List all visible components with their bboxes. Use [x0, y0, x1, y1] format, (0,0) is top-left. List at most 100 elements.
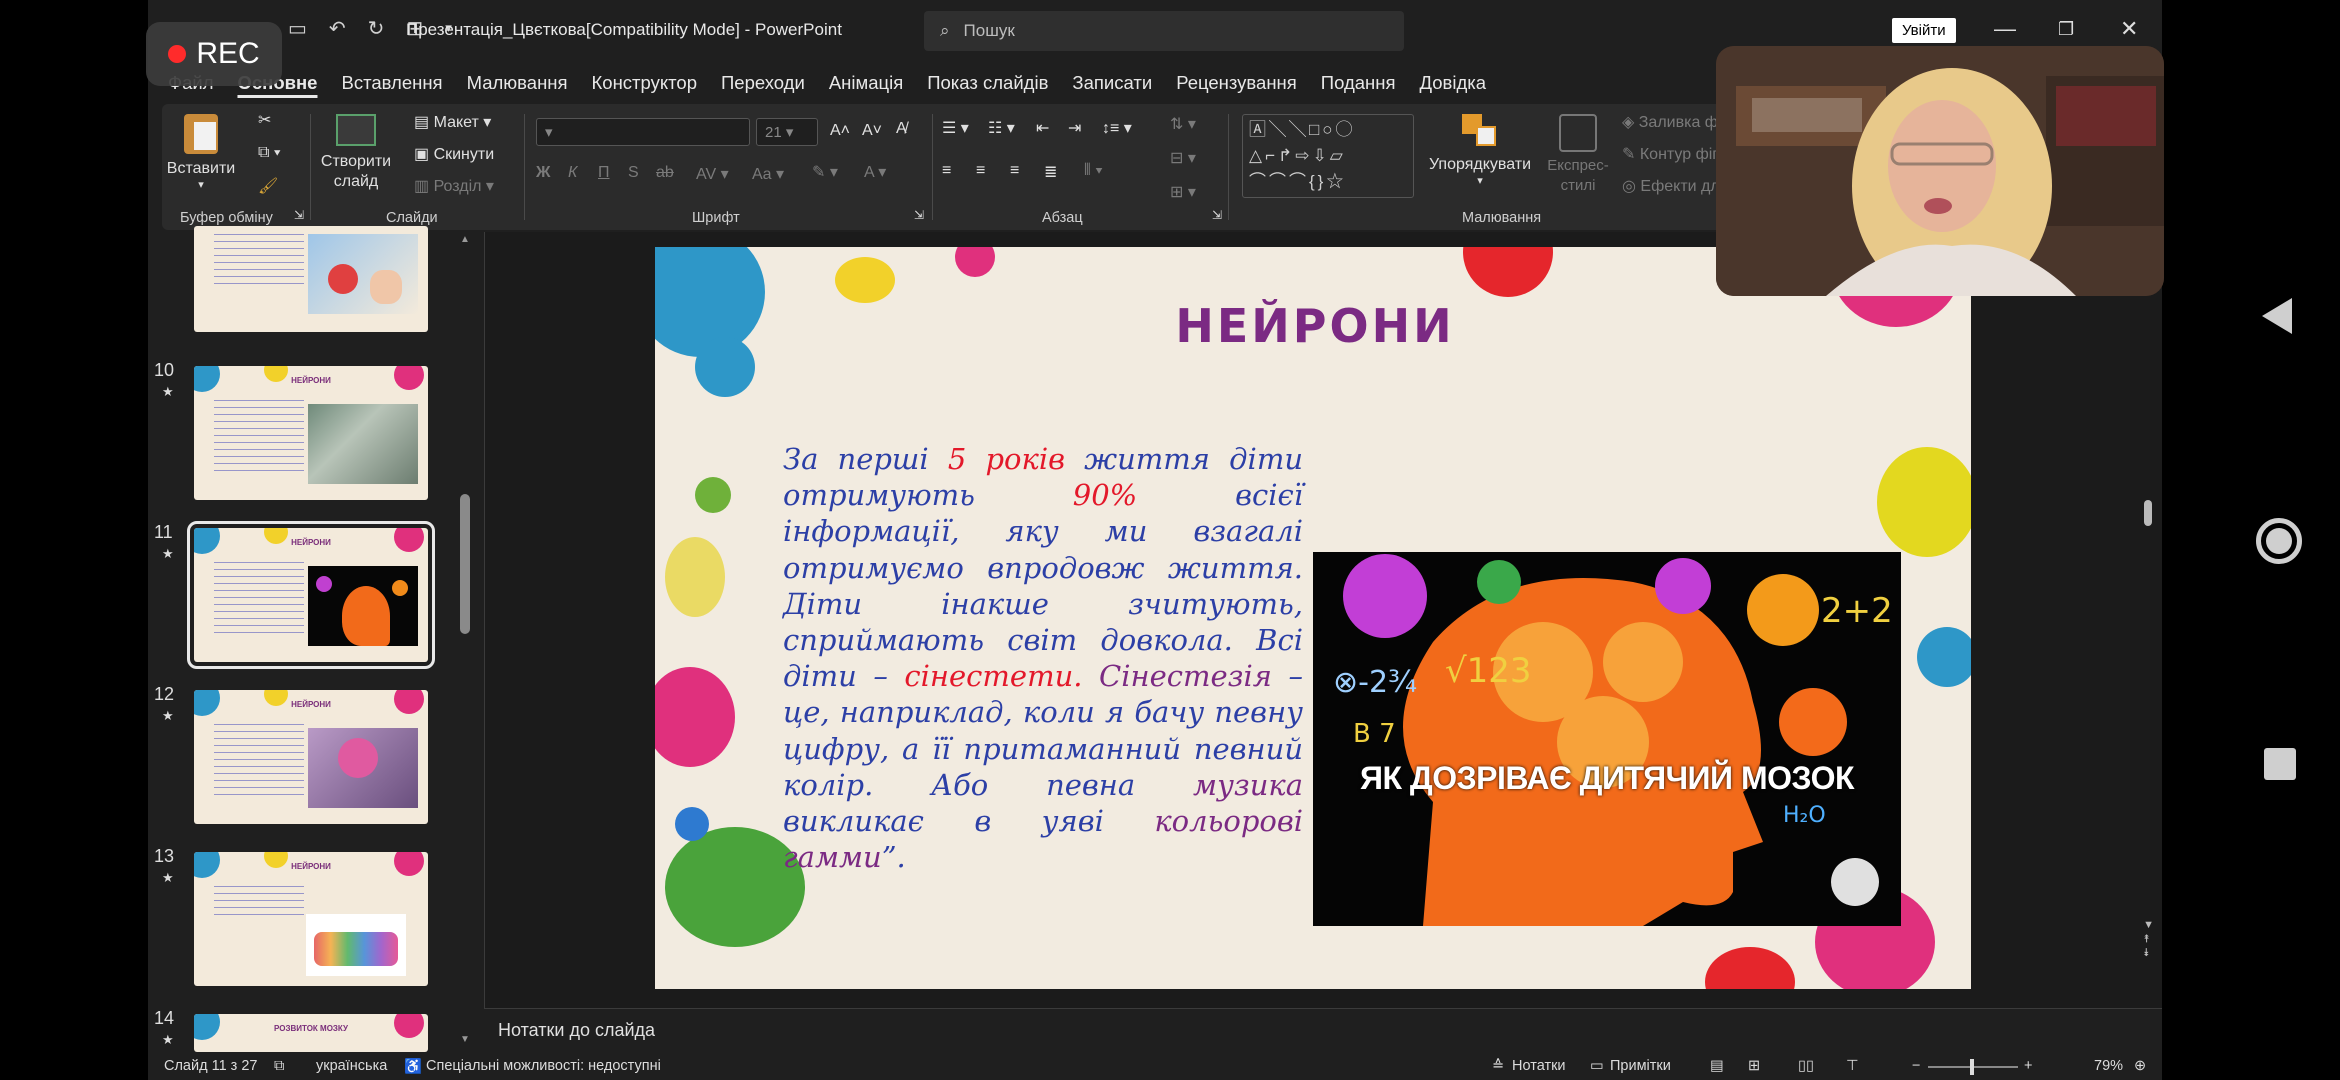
zoom-in-icon[interactable]: +	[2024, 1058, 2032, 1074]
align-left-icon[interactable]: ≡	[942, 162, 951, 180]
font-color-icon[interactable]: A ▾	[864, 162, 886, 182]
thumbnail-scrollbar[interactable]: ▲ ▼	[460, 232, 470, 1045]
format-painter-icon[interactable]: 🖌	[258, 176, 278, 196]
quick-styles-button[interactable]: Експрес-стилі	[1538, 114, 1618, 196]
align-text-icon[interactable]: ⊟ ▾	[1170, 148, 1196, 168]
thumbnail-title: НЕЙРОНИ	[291, 538, 331, 547]
home-icon[interactable]	[2256, 518, 2302, 564]
notes-pane[interactable]: Нотатки до слайда	[484, 1008, 2162, 1052]
back-icon[interactable]	[2262, 298, 2292, 334]
minimize-icon[interactable]: —	[1994, 16, 2016, 42]
new-slide-button[interactable]: Створити слайд	[316, 114, 396, 192]
slide-thumbnail[interactable]: НЕЙРОНИ	[194, 690, 428, 824]
redo-icon[interactable]: ↻	[368, 16, 385, 41]
char-spacing-icon[interactable]: AV ▾	[696, 164, 729, 184]
reset-button[interactable]: ▣ Скинути	[414, 144, 494, 164]
font-size-combo[interactable]: 21 ▾	[756, 118, 818, 146]
tab-slideshow[interactable]: Показ слайдів	[915, 72, 1060, 94]
line-spacing-icon[interactable]: ↕≡ ▾	[1102, 118, 1132, 138]
text-direction-icon[interactable]: ⇅ ▾	[1170, 114, 1196, 134]
slide-canvas[interactable]: НЕЙРОНИ За перші 5 років життя діти отри…	[655, 247, 1971, 989]
paragraph-dialog-launcher-icon[interactable]: ⇲	[1212, 208, 1222, 222]
scroll-up-icon[interactable]: ▲	[460, 234, 470, 245]
dialog-launcher-icon[interactable]: ⇲	[294, 208, 304, 222]
scrollbar-thumb[interactable]	[460, 494, 470, 634]
tab-design[interactable]: Конструктор	[580, 72, 709, 94]
comment-icon[interactable]: ▭	[1590, 1058, 1604, 1074]
slide-nav-icons[interactable]: ▼ ⯭ ⯯	[2143, 918, 2154, 960]
tab-animations[interactable]: Анімація	[817, 72, 915, 94]
notes-icon[interactable]: ≙	[1492, 1058, 1504, 1074]
underline-button[interactable]: П	[598, 164, 610, 182]
shrink-font-icon[interactable]: A˅	[862, 122, 882, 140]
bold-button[interactable]: Ж	[536, 164, 550, 182]
bullets-icon[interactable]: ☰ ▾	[942, 118, 969, 138]
tab-record[interactable]: Записати	[1060, 72, 1164, 94]
scroll-down-icon[interactable]: ▼	[460, 1034, 470, 1045]
slide-thumbnail[interactable]: НЕЙРОНИ	[194, 852, 428, 986]
shapes-gallery[interactable]: 🄰╲╲□○◯ △⌐↱⇨⇩▱ ⌒⌒⌒{}☆	[1242, 114, 1414, 198]
language-indicator[interactable]: українська	[316, 1058, 387, 1074]
slide-thumbnail[interactable]: РОЗВИТОК МОЗКУ	[194, 1014, 428, 1052]
save-icon[interactable]: ▭	[288, 16, 307, 41]
zoom-slider-thumb[interactable]	[1970, 1059, 1974, 1075]
smartart-icon[interactable]: ⊞ ▾	[1170, 182, 1196, 202]
slide-title: НЕЙРОНИ	[1175, 299, 1455, 353]
fit-to-window-icon[interactable]: ⊕	[2134, 1058, 2146, 1074]
slide-thumbnail[interactable]: НЕЙРОНИ	[194, 366, 428, 500]
font-family-combo[interactable]: ▾	[536, 118, 750, 146]
grow-font-icon[interactable]: A˄	[830, 122, 850, 140]
slide-thumbnail[interactable]	[194, 226, 428, 332]
tab-view[interactable]: Подання	[1309, 72, 1408, 94]
copy-icon[interactable]: ⧉ ▾	[258, 144, 281, 162]
layout-button[interactable]: ▤ Макет ▾	[414, 112, 491, 132]
zoom-out-icon[interactable]: −	[1912, 1058, 1920, 1074]
strikethrough-button[interactable]: ab	[656, 164, 674, 182]
recent-apps-icon[interactable]	[2264, 748, 2296, 780]
slideshow-icon[interactable]: ⊤	[1846, 1058, 1859, 1074]
search-input[interactable]: ⌕ Пошук	[924, 11, 1404, 51]
align-center-icon[interactable]: ≡	[976, 162, 985, 180]
zoom-slider[interactable]	[1928, 1059, 2018, 1075]
spellcheck-icon[interactable]: ⧉	[274, 1058, 284, 1074]
paste-button[interactable]: Вставити ▾	[166, 114, 236, 191]
columns-icon[interactable]: ⫴ ▾	[1084, 162, 1103, 180]
italic-button[interactable]: К	[568, 164, 577, 182]
increase-indent-icon[interactable]: ⇥	[1068, 118, 1081, 138]
normal-view-icon[interactable]: ▤	[1710, 1058, 1724, 1074]
slide-counter: Слайд 11 з 27	[164, 1058, 258, 1074]
tab-draw[interactable]: Малювання	[455, 72, 580, 94]
cut-icon[interactable]: ✂	[258, 110, 271, 130]
restore-icon[interactable]: ❐	[2058, 19, 2074, 40]
slide-sorter-icon[interactable]: ⊞	[1748, 1058, 1760, 1074]
editor-scrollbar-thumb[interactable]	[2144, 500, 2152, 526]
comments-toggle[interactable]: Примітки	[1610, 1058, 1671, 1074]
undo-icon[interactable]: ↶	[329, 16, 346, 41]
clear-format-icon[interactable]: A̸	[896, 120, 907, 138]
notes-toggle[interactable]: Нотатки	[1512, 1058, 1566, 1074]
signin-button[interactable]: Увійти	[1892, 18, 1956, 43]
section-button[interactable]: ▥ Розділ ▾	[414, 176, 494, 196]
arrange-button[interactable]: Упорядкувати ▾	[1428, 114, 1532, 187]
accessibility-icon[interactable]: ♿	[404, 1058, 422, 1075]
change-case-button[interactable]: Aa ▾	[752, 164, 784, 184]
accessibility-status[interactable]: Спеціальні можливості: недоступні	[426, 1058, 661, 1074]
numbering-icon[interactable]: ☷ ▾	[988, 118, 1015, 138]
highlight-icon[interactable]: ✎ ▾	[812, 162, 838, 182]
tab-help[interactable]: Довідка	[1408, 72, 1499, 94]
reading-view-icon[interactable]: ▯▯	[1798, 1058, 1814, 1074]
font-dialog-launcher-icon[interactable]: ⇲	[914, 208, 924, 222]
zoom-level[interactable]: 79%	[2094, 1058, 2123, 1074]
brain-illustration[interactable]: ⊗-2¾ √123 2+2 B 7 H₂O ЯК ДОЗРІВАЄ ДИТЯЧИ…	[1313, 552, 1901, 926]
tab-transitions[interactable]: Переходи	[709, 72, 817, 94]
justify-icon[interactable]: ≣	[1044, 162, 1057, 182]
recording-label: REC	[196, 37, 260, 70]
animation-star-icon: ★	[162, 870, 174, 885]
decrease-indent-icon[interactable]: ⇤	[1036, 118, 1049, 138]
align-right-icon[interactable]: ≡	[1010, 162, 1019, 180]
shadow-button[interactable]: S	[628, 164, 639, 182]
slide-thumbnail-selected[interactable]: НЕЙРОНИ	[187, 521, 435, 669]
tab-review[interactable]: Рецензування	[1164, 72, 1309, 94]
tab-insert[interactable]: Вставлення	[329, 72, 454, 94]
close-icon[interactable]: ✕	[2120, 16, 2138, 42]
